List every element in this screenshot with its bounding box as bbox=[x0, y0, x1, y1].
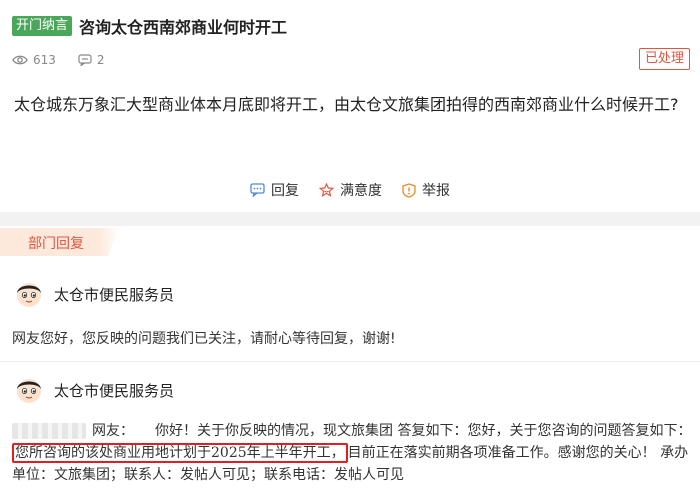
reply-item: 太仓市便民服务员 网友： 你好！关于你反映的情况，现文旅集团 答复如下：您好，关… bbox=[0, 372, 700, 502]
highlighted-answer: 您所咨询的该处商业用地计划于2025年上半年开工， bbox=[12, 443, 348, 463]
reply-author: 太仓市便民服务员 bbox=[14, 276, 174, 312]
reply-author: 太仓市便民服务员 bbox=[14, 372, 174, 408]
department-reply-text: 部门回复 bbox=[28, 236, 84, 252]
reply-text-part1: 网友： 你好！关于你反映的情况，现文旅集团 答复如下：您好，关于您咨询的问题答复… bbox=[92, 423, 692, 439]
report-label: 举报 bbox=[422, 183, 450, 199]
satisfaction-button[interactable]: 满意度 bbox=[319, 180, 382, 200]
satisfaction-label: 满意度 bbox=[340, 183, 382, 199]
reply-item: 太仓市便民服务员 网友您好，您反映的问题我们已关注，请耐心等待回复，谢谢! bbox=[0, 276, 700, 362]
comment-count-value: 2 bbox=[96, 53, 105, 67]
status-badge: 已处理 bbox=[638, 48, 690, 70]
satisfaction-icon bbox=[319, 182, 334, 197]
avatar bbox=[17, 283, 41, 307]
question-text: 太仓城东万象汇大型商业体本月底即将开工，由太仓文旅集团拍得的西南郊商业什么时候开… bbox=[14, 95, 679, 114]
comment-count: 2 bbox=[78, 53, 105, 67]
title-row: 开门纳言 咨询太仓西南郊商业何时开工 bbox=[12, 14, 287, 38]
department-reply-label: 部门回复 bbox=[0, 228, 120, 256]
meta-row: 613 2 bbox=[12, 50, 127, 70]
view-count-value: 613 bbox=[33, 53, 56, 67]
action-bar: 回复 满意度 举报 bbox=[0, 180, 700, 200]
report-icon bbox=[402, 182, 416, 198]
author-name: 太仓市便民服务员 bbox=[54, 285, 175, 304]
reply-button[interactable]: 回复 bbox=[250, 180, 299, 200]
page-title: 咨询太仓西南郊商业何时开工 bbox=[79, 18, 288, 37]
question-card: 开门纳言 咨询太仓西南郊商业何时开工 613 2 已处理 太仓城东万象汇大型商业… bbox=[0, 0, 700, 212]
redacted-name bbox=[12, 423, 86, 439]
section-divider bbox=[0, 212, 700, 226]
report-button[interactable]: 举报 bbox=[402, 180, 450, 200]
reply-text: 网友您好，您反映的问题我们已关注，请耐心等待回复，谢谢! bbox=[12, 331, 396, 347]
comment-icon bbox=[78, 54, 92, 66]
reply-label: 回复 bbox=[271, 183, 299, 199]
reply-text: 网友： 你好！关于你反映的情况，现文旅集团 答复如下：您好，关于您咨询的问题答复… bbox=[12, 420, 692, 486]
view-count: 613 bbox=[12, 53, 56, 67]
author-name: 太仓市便民服务员 bbox=[54, 381, 175, 400]
avatar bbox=[17, 379, 41, 403]
eye-icon bbox=[12, 55, 28, 65]
category-tag[interactable]: 开门纳言 bbox=[12, 16, 73, 36]
reply-icon bbox=[250, 183, 265, 197]
